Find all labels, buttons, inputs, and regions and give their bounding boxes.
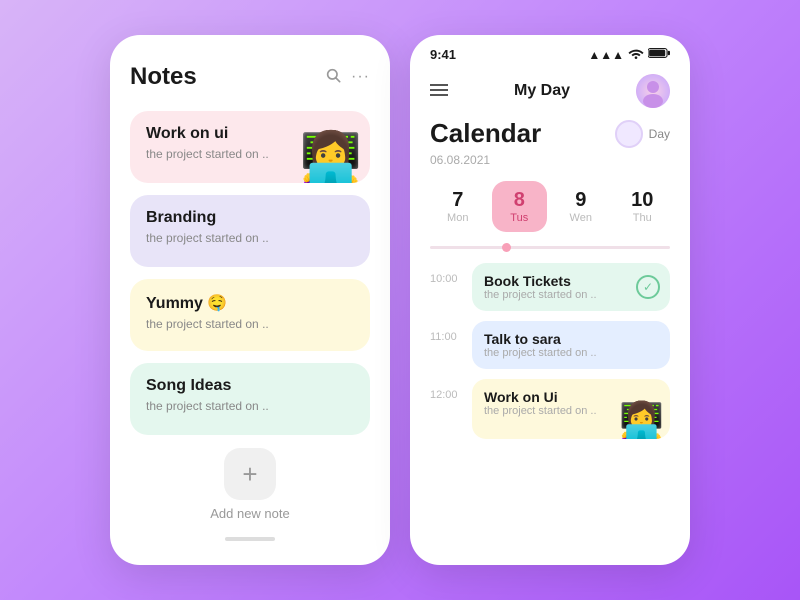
- event-emoji: 👩‍💻: [619, 403, 664, 439]
- event-sub: the project started on ..: [484, 347, 658, 359]
- notes-header-icons: ···: [325, 67, 370, 88]
- toggle-circle-icon: [615, 120, 643, 148]
- event-card-book-tickets[interactable]: Book Tickets the project started on .. ✓: [472, 263, 670, 311]
- notes-panel: Notes ··· Work on ui the project started…: [110, 35, 390, 565]
- day-name: Tus: [510, 212, 528, 224]
- status-bar: 9:41 ▲▲▲: [410, 35, 690, 68]
- day-num: 8: [514, 189, 525, 212]
- note-card-work-ui[interactable]: Work on ui the project started on .. 👩‍💻: [130, 111, 370, 183]
- calendar-date: 06.08.2021: [430, 153, 670, 167]
- status-time: 9:41: [430, 47, 456, 62]
- day-num: 10: [631, 189, 653, 212]
- note-card-title: Song Ideas: [146, 377, 354, 395]
- notes-header: Notes ···: [130, 63, 370, 91]
- event-time-3: 12:00: [430, 379, 464, 401]
- signal-icon: ▲▲▲: [588, 48, 624, 62]
- event-row-2: 11:00 Talk to sara the project started o…: [430, 321, 670, 369]
- event-title: Talk to sara: [484, 331, 658, 347]
- event-sub: the project started on ..: [484, 289, 658, 301]
- note-card-emoji: 👩‍💻: [300, 133, 362, 183]
- calendar-panel: 9:41 ▲▲▲ My Day Calendar: [410, 35, 690, 565]
- search-icon[interactable]: [325, 67, 341, 88]
- day-name: Mon: [447, 212, 468, 224]
- note-card-sub: the project started on ..: [146, 231, 354, 245]
- event-row-3: 12:00 Work on Ui the project started on …: [430, 379, 670, 439]
- add-note-circle-icon: +: [224, 448, 276, 500]
- note-card-sub: the project started on ..: [146, 399, 354, 413]
- bottom-bar: [225, 537, 275, 541]
- status-icons: ▲▲▲: [588, 47, 670, 62]
- time-events: 10:00 Book Tickets the project started o…: [430, 263, 670, 439]
- event-title: Book Tickets: [484, 273, 658, 289]
- day-cell-10[interactable]: 10 Thu: [615, 181, 671, 232]
- battery-icon: [648, 47, 670, 62]
- event-time-2: 11:00: [430, 321, 464, 343]
- event-card-work-on-ui[interactable]: Work on Ui the project started on .. 👩‍💻: [472, 379, 670, 439]
- note-card-title: Yummy 🤤: [146, 293, 354, 313]
- note-card-title: Branding: [146, 209, 354, 227]
- event-time-1: 10:00: [430, 263, 464, 285]
- note-card-yummy[interactable]: Yummy 🤤 the project started on ..: [130, 279, 370, 351]
- wifi-icon: [628, 47, 644, 62]
- event-card-talk-to-sara[interactable]: Talk to sara the project started on ..: [472, 321, 670, 369]
- day-name: Wen: [570, 212, 592, 224]
- day-num: 7: [452, 189, 463, 212]
- calendar-days: 7 Mon 8 Tus 9 Wen 10 Thu: [430, 181, 670, 232]
- notes-title: Notes: [130, 63, 197, 91]
- hamburger-icon[interactable]: [430, 81, 448, 102]
- note-card-branding[interactable]: Branding the project started on ..: [130, 195, 370, 267]
- day-num: 9: [575, 189, 586, 212]
- calendar-big-title: Calendar: [430, 118, 541, 149]
- day-cell-7[interactable]: 7 Mon: [430, 181, 486, 232]
- check-icon: ✓: [636, 275, 660, 299]
- calendar-body: Calendar Day 06.08.2021 7 Mon 8 Tus 9 We…: [410, 118, 690, 565]
- day-name: Thu: [633, 212, 652, 224]
- more-icon[interactable]: ···: [351, 68, 370, 86]
- calendar-header: My Day: [410, 68, 690, 118]
- note-card-song-ideas[interactable]: Song Ideas the project started on ..: [130, 363, 370, 435]
- event-row-1: 10:00 Book Tickets the project started o…: [430, 263, 670, 311]
- avatar[interactable]: [636, 74, 670, 108]
- note-card-sub: the project started on ..: [146, 317, 354, 331]
- add-note-label: Add new note: [210, 506, 290, 521]
- calendar-title-row: Calendar Day: [430, 118, 670, 149]
- calendar-header-title: My Day: [514, 82, 570, 100]
- day-cell-9[interactable]: 9 Wen: [553, 181, 609, 232]
- calendar-toggle[interactable]: Day: [615, 120, 670, 148]
- day-toggle-label: Day: [649, 127, 670, 141]
- day-cell-8[interactable]: 8 Tus: [492, 181, 548, 232]
- add-note-button[interactable]: + Add new note: [130, 448, 370, 521]
- progress-bar: [430, 246, 670, 249]
